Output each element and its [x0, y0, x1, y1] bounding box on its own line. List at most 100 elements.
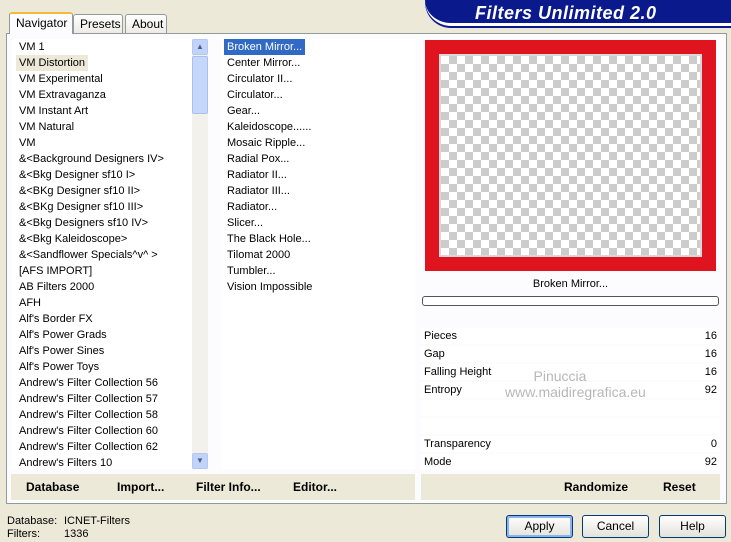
category-item[interactable]: VM Distortion — [16, 55, 89, 71]
filter-item[interactable]: Vision Impossible — [224, 279, 315, 295]
category-item[interactable]: Alf's Power Grads — [16, 327, 110, 343]
category-row[interactable]: Andrew's Filter Collection 57 — [12, 391, 192, 407]
filter-row[interactable]: Mosaic Ripple... — [221, 135, 415, 151]
filter-item[interactable]: Radiator... — [224, 199, 280, 215]
category-item[interactable]: &<Bkg Designers sf10 IV> — [16, 215, 151, 231]
filter-item[interactable]: Radial Pox... — [224, 151, 292, 167]
category-row[interactable]: Alf's Power Grads — [12, 327, 192, 343]
cancel-button[interactable]: Cancel — [582, 515, 649, 538]
category-item[interactable]: Alf's Border FX — [16, 311, 96, 327]
category-row[interactable]: Andrew's Filter Collection 58 — [12, 407, 192, 423]
category-row[interactable]: Alf's Border FX — [12, 311, 192, 327]
category-row[interactable]: &<Bkg Designers sf10 IV> — [12, 215, 192, 231]
category-item[interactable]: VM Extravaganza — [16, 87, 109, 103]
category-row[interactable]: VM Extravaganza — [12, 87, 192, 103]
editor-button[interactable]: Editor... — [293, 480, 337, 494]
filter-item[interactable]: Center Mirror... — [224, 55, 303, 71]
filter-row[interactable]: Broken Mirror... — [221, 39, 415, 55]
filter-item[interactable]: Broken Mirror... — [224, 39, 306, 55]
category-item[interactable]: AFH — [16, 295, 44, 311]
filter-row[interactable]: Tilomat 2000 — [221, 247, 415, 263]
filter-list[interactable]: Broken Mirror... Center Mirror... Circulat… — [221, 39, 415, 469]
filter-row[interactable]: Center Mirror... — [221, 55, 415, 71]
filter-row[interactable]: Kaleidoscope...... — [221, 119, 415, 135]
param-value[interactable]: 16 — [705, 346, 717, 362]
param-value[interactable]: 0 — [711, 436, 717, 452]
category-row[interactable]: VM Natural — [12, 119, 192, 135]
filter-row[interactable]: Radial Pox... — [221, 151, 415, 167]
tab-presets[interactable]: Presets — [73, 14, 123, 33]
category-item[interactable]: &<Bkg Designer sf10 I> — [16, 167, 138, 183]
category-row[interactable]: Andrew's Filter Collection 56 — [12, 375, 192, 391]
category-row[interactable]: VM 1 — [12, 39, 192, 55]
filter-row[interactable]: Slicer... — [221, 215, 415, 231]
filter-item[interactable]: Gear... — [224, 103, 263, 119]
filter-item[interactable]: Radiator III... — [224, 183, 293, 199]
param-row[interactable]: Gap 16 — [421, 346, 720, 362]
category-item[interactable]: [AFS IMPORT] — [16, 263, 95, 279]
category-row[interactable]: VM Distortion — [12, 55, 192, 71]
param-value[interactable]: 92 — [705, 454, 717, 470]
category-item[interactable]: Andrew's Filter Collection 57 — [16, 391, 161, 407]
category-item[interactable]: Andrew's Filters 10 — [16, 455, 115, 469]
category-row[interactable]: Andrew's Filter Collection 60 — [12, 423, 192, 439]
category-row[interactable]: VM Experimental — [12, 71, 192, 87]
scroll-down-icon[interactable]: ▼ — [192, 453, 208, 469]
filter-row[interactable]: Radiator... — [221, 199, 415, 215]
param-row[interactable]: Pieces 16 — [421, 328, 720, 344]
category-row[interactable]: &<Sandflower Specials^v^ > — [12, 247, 192, 263]
category-item[interactable]: &<Bkg Kaleidoscope> — [16, 231, 130, 247]
tab-about[interactable]: About — [125, 14, 167, 33]
category-list[interactable]: VM 1 VM Distortion VM Experimental VM Extra… — [12, 39, 192, 469]
category-row[interactable]: &<BKg Designer sf10 II> — [12, 183, 192, 199]
database-button[interactable]: Database — [26, 480, 79, 494]
category-item[interactable]: Alf's Power Toys — [16, 359, 102, 375]
filter-item[interactable]: Kaleidoscope...... — [224, 119, 314, 135]
category-item[interactable]: VM Instant Art — [16, 103, 91, 119]
filter-row[interactable]: Radiator III... — [221, 183, 415, 199]
category-item[interactable]: VM Natural — [16, 119, 77, 135]
filter-row[interactable]: Radiator II... — [221, 167, 415, 183]
help-button[interactable]: Help — [659, 515, 726, 538]
category-item[interactable]: &<BKg Designer sf10 III> — [16, 199, 146, 215]
randomize-button[interactable]: Randomize — [564, 480, 628, 494]
scroll-up-icon[interactable]: ▲ — [192, 39, 208, 55]
filter-item[interactable]: Radiator II... — [224, 167, 290, 183]
param-value[interactable]: 16 — [705, 328, 717, 344]
category-row[interactable]: Alf's Power Sines — [12, 343, 192, 359]
category-item[interactable]: &<Sandflower Specials^v^ > — [16, 247, 161, 263]
category-item[interactable]: Andrew's Filter Collection 58 — [16, 407, 161, 423]
category-row[interactable]: &<Bkg Designer sf10 I> — [12, 167, 192, 183]
category-row[interactable]: Alf's Power Toys — [12, 359, 192, 375]
filter-item[interactable]: Tilomat 2000 — [224, 247, 293, 263]
category-item[interactable]: Andrew's Filter Collection 62 — [16, 439, 161, 455]
category-row[interactable]: &<BKg Designer sf10 III> — [12, 199, 192, 215]
param-row[interactable] — [421, 400, 720, 416]
filter-item[interactable]: Mosaic Ripple... — [224, 135, 308, 151]
category-item[interactable]: VM — [16, 135, 39, 151]
filter-row[interactable]: Vision Impossible — [221, 279, 415, 295]
apply-button[interactable]: Apply — [506, 515, 573, 538]
tab-navigator[interactable]: Navigator — [9, 12, 73, 34]
param-row[interactable]: Mode 92 — [421, 454, 720, 470]
filter-item[interactable]: The Black Hole... — [224, 231, 314, 247]
param-value[interactable]: 16 — [705, 364, 717, 380]
param-value[interactable]: 92 — [705, 382, 717, 398]
category-item[interactable]: Alf's Power Sines — [16, 343, 107, 359]
filter-info-button[interactable]: Filter Info... — [196, 480, 261, 494]
filter-row[interactable]: Gear... — [221, 103, 415, 119]
filter-item[interactable]: Circulator... — [224, 87, 286, 103]
import-button[interactable]: Import... — [117, 480, 164, 494]
category-item[interactable]: AB Filters 2000 — [16, 279, 97, 295]
category-item[interactable]: VM 1 — [16, 39, 48, 55]
scroll-thumb[interactable] — [192, 56, 208, 114]
param-row[interactable] — [421, 418, 720, 434]
category-row[interactable]: VM Instant Art — [12, 103, 192, 119]
filter-item[interactable]: Slicer... — [224, 215, 266, 231]
filter-row[interactable]: Tumbler... — [221, 263, 415, 279]
category-row[interactable]: VM — [12, 135, 192, 151]
category-row[interactable]: &<Bkg Kaleidoscope> — [12, 231, 192, 247]
category-row[interactable]: [AFS IMPORT] — [12, 263, 192, 279]
filter-item[interactable]: Tumbler... — [224, 263, 279, 279]
category-item[interactable]: &<BKg Designer sf10 II> — [16, 183, 143, 199]
